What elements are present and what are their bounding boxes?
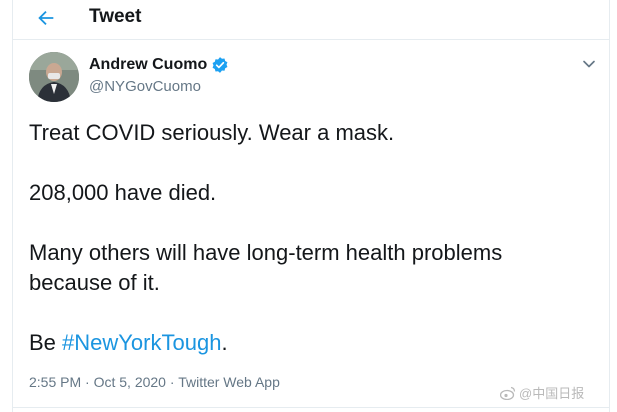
tweet-line: Many others will have long-term health p… bbox=[29, 240, 503, 295]
tweet-page: Tweet Andrew Cuomo @NYGovCuomo Treat COV… bbox=[12, 0, 610, 412]
more-options-button[interactable] bbox=[579, 54, 599, 74]
author-handle[interactable]: @NYGovCuomo bbox=[89, 78, 201, 95]
tweet-text: Treat COVID seriously. Wear a mask. 208,… bbox=[29, 118, 589, 358]
page-title: Tweet bbox=[89, 6, 142, 27]
tweet-line: Treat COVID seriously. Wear a mask. bbox=[29, 120, 395, 145]
tweet-text-prefix: Be bbox=[29, 330, 63, 355]
watermark-text: @中国日报 bbox=[519, 386, 585, 401]
arrow-left-icon bbox=[38, 10, 54, 26]
meta-separator: · bbox=[165, 374, 179, 390]
tweet-meta: 2:55 PM · Oct 5, 2020 · Twitter Web App bbox=[29, 374, 280, 390]
meta-separator: · bbox=[81, 374, 94, 390]
chevron-down-icon bbox=[583, 60, 595, 68]
author-name[interactable]: Andrew Cuomo bbox=[89, 56, 207, 74]
avatar[interactable] bbox=[29, 52, 79, 102]
tweet-line: Be #NewYorkTough. bbox=[29, 328, 589, 358]
tweet-source[interactable]: Twitter Web App bbox=[178, 374, 280, 390]
page-header: Tweet bbox=[13, 0, 609, 40]
tweet-text-suffix: . bbox=[221, 330, 228, 355]
hashtag-link[interactable]: #NewYorkTough bbox=[62, 330, 221, 355]
tweet-date[interactable]: Oct 5, 2020 bbox=[94, 374, 166, 390]
verified-badge-icon bbox=[211, 56, 229, 74]
watermark: @中国日报 bbox=[500, 383, 584, 402]
weibo-logo-icon bbox=[500, 386, 516, 400]
divider bbox=[13, 407, 609, 408]
author-name-row: Andrew Cuomo bbox=[89, 56, 229, 74]
back-button[interactable] bbox=[31, 4, 61, 32]
tweet-line: 208,000 have died. bbox=[29, 180, 217, 205]
tweet-time[interactable]: 2:55 PM bbox=[29, 374, 81, 390]
